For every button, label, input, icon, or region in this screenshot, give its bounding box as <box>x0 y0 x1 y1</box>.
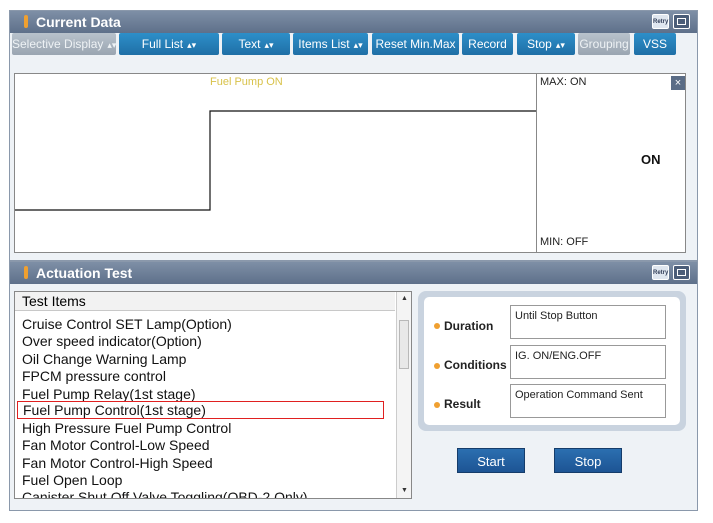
signal-plot <box>15 110 536 211</box>
list-item[interactable]: Cruise Control SET Lamp(Option) <box>22 316 232 332</box>
panel-marker-icon <box>24 15 28 28</box>
scroll-thumb[interactable] <box>399 320 409 369</box>
window-toggle-icon[interactable] <box>673 265 690 280</box>
list-item[interactable]: Fuel Pump Relay(1st stage) <box>22 386 196 402</box>
list-scrollbar[interactable]: ▲ ▼ <box>396 292 411 498</box>
test-details-box: Duration Until Stop Button Conditions IG… <box>418 291 686 431</box>
actuation-test-title: Actuation Test <box>36 265 133 281</box>
actuation-test-titlebar: Actuation Test Retry <box>10 262 697 284</box>
spinner-icon: ▴▾ <box>353 40 363 50</box>
record-label: Record <box>468 37 507 51</box>
list-item[interactable]: Canister Shut Off Valve Toggling(OBD-2 O… <box>22 489 308 498</box>
current-value: ON <box>641 152 661 167</box>
graph-divider <box>536 74 537 252</box>
window-toggle-icon[interactable] <box>673 14 690 29</box>
vss-button[interactable]: VSS <box>634 33 676 55</box>
spinner-icon: ▴▾ <box>264 40 274 50</box>
selective-display-button[interactable]: Selective Display ▴▾ <box>12 33 116 55</box>
result-label: Result <box>444 397 481 411</box>
test-details-inner: Duration Until Stop Button Conditions IG… <box>424 297 680 425</box>
list-item[interactable]: Fuel Open Loop <box>22 472 122 488</box>
bullet-icon <box>434 323 440 329</box>
spinner-icon: ▴▾ <box>555 40 565 50</box>
result-row: Result Operation Command Sent <box>424 384 680 420</box>
max-label: MAX: ON <box>540 76 587 88</box>
vss-label: VSS <box>642 37 667 51</box>
items-list-label: Items List <box>298 37 350 51</box>
current-data-title: Current Data <box>36 14 121 30</box>
grouping-button[interactable]: Grouping <box>578 33 630 55</box>
bullet-icon <box>434 402 440 408</box>
close-graph-icon[interactable]: × <box>671 76 685 90</box>
full-list-button[interactable]: Full List ▴▾ <box>119 33 219 55</box>
list-item[interactable]: Over speed indicator(Option) <box>22 333 202 349</box>
text-button[interactable]: Text ▴▾ <box>222 33 290 55</box>
list-item-selected[interactable]: Fuel Pump Control(1st stage) <box>17 401 384 419</box>
duration-row: Duration Until Stop Button <box>424 305 680 341</box>
list-item[interactable]: Fan Motor Control-Low Speed <box>22 437 210 453</box>
panel-marker-icon <box>24 266 28 279</box>
bullet-icon <box>434 363 440 369</box>
conditions-value: IG. ON/ENG.OFF <box>510 345 666 379</box>
stop-record-label: Stop <box>527 37 552 51</box>
record-button[interactable]: Record <box>462 33 513 55</box>
conditions-row: Conditions IG. ON/ENG.OFF <box>424 345 680 381</box>
duration-value: Until Stop Button <box>510 305 666 339</box>
conditions-label: Conditions <box>444 358 507 372</box>
signal-graph: Fuel Pump ON MAX: ON MIN: OFF ON × <box>14 73 686 253</box>
spinner-icon: ▴▾ <box>107 40 117 50</box>
reset-minmax-label: Reset Min.Max <box>375 37 456 51</box>
signal-name: Fuel Pump ON <box>210 76 283 88</box>
current-data-titlebar: Current Data Retry <box>10 11 697 33</box>
selective-display-label: Selective Display <box>12 37 104 51</box>
retry-icon[interactable]: Retry <box>652 14 669 29</box>
scroll-up-icon[interactable]: ▲ <box>397 292 411 306</box>
reset-minmax-button[interactable]: Reset Min.Max <box>372 33 459 55</box>
stop-record-button[interactable]: Stop ▴▾ <box>517 33 575 55</box>
retry-icon[interactable]: Retry <box>652 265 669 280</box>
spinner-icon: ▴▾ <box>187 40 197 50</box>
duration-label: Duration <box>444 319 494 333</box>
signal-line <box>15 110 536 211</box>
scroll-down-icon[interactable]: ▼ <box>397 484 411 498</box>
result-value: Operation Command Sent <box>510 384 666 418</box>
start-button[interactable]: Start <box>457 448 525 473</box>
test-items-header: Test Items <box>15 292 395 311</box>
text-label: Text <box>238 37 261 51</box>
min-label: MIN: OFF <box>540 236 589 248</box>
list-item[interactable]: High Pressure Fuel Pump Control <box>22 420 231 436</box>
items-list-button[interactable]: Items List ▴▾ <box>293 33 368 55</box>
test-items-list: Test Items Cruise Control SET Lamp(Optio… <box>14 291 412 499</box>
grouping-label: Grouping <box>579 37 629 51</box>
list-item[interactable]: FPCM pressure control <box>22 368 166 384</box>
stop-button[interactable]: Stop <box>554 448 622 473</box>
list-item[interactable]: Oil Change Warning Lamp <box>22 351 186 367</box>
list-item[interactable]: Fan Motor Control-High Speed <box>22 455 213 471</box>
full-list-label: Full List <box>141 37 184 51</box>
